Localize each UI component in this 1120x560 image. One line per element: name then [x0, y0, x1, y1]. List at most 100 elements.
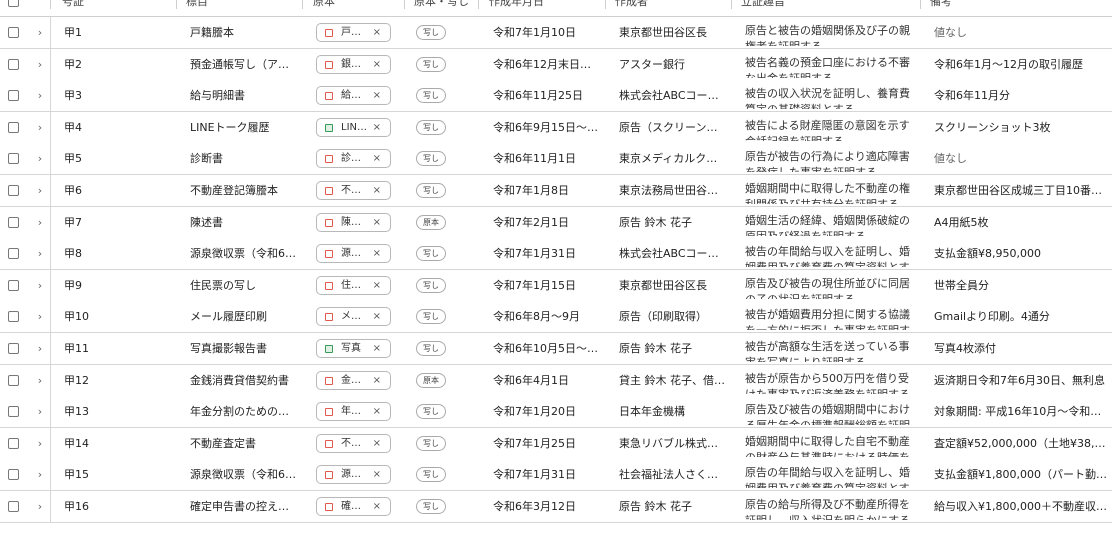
table-row[interactable]: › 甲2 預金通帳写し（アス… 銀行通帳 × 写し 令和6年12月末日時点 アスター銀行 被告名…	[0, 48, 1112, 81]
attachment-chip[interactable]: 不動産査定 ×	[316, 433, 391, 453]
attachment-chip[interactable]: 金銭消費 ×	[316, 370, 391, 390]
attachment-chip[interactable]: 確定申告 ×	[316, 497, 391, 516]
row-checkbox[interactable]	[8, 406, 19, 418]
table-row[interactable]: › 甲1 戸籍謄本 戸籍謄本 × 写し 令和7年1月10日 東京都世田谷区長 原告と被告の婚姻関…	[0, 17, 1112, 49]
header-remarks[interactable]: 備考	[930, 0, 952, 16]
chevron-right-icon[interactable]: ›	[35, 396, 45, 427]
attachment-chip[interactable]: 診断書 ×	[316, 149, 391, 169]
remove-attachment-icon[interactable]: ×	[373, 372, 381, 389]
chevron-right-icon[interactable]: ›	[35, 207, 45, 238]
attachment-chip[interactable]: 住民票 ×	[316, 275, 391, 295]
table-row[interactable]: › 甲15 源泉徴収票（令和6年… 源泉徴収 × 写し 令和7年1月31日 社会福祉法人さくら…	[0, 459, 1112, 492]
attachment-chip[interactable]: LINE画像 ×	[316, 117, 391, 137]
copy-type-badge[interactable]: 写し	[416, 88, 446, 104]
chevron-right-icon[interactable]: ›	[35, 365, 45, 396]
chevron-right-icon[interactable]: ›	[35, 491, 45, 522]
row-checkbox[interactable]	[8, 437, 19, 449]
attachment-chip[interactable]: 源泉徴収 ×	[316, 244, 391, 264]
table-row[interactable]: › 甲14 不動産査定書 不動産査定 × 写し 令和7年1月25日 東急リバブル株式会… 婚姻期…	[0, 427, 1112, 460]
header-title[interactable]: 標目	[186, 0, 208, 16]
remove-attachment-icon[interactable]: ×	[373, 87, 381, 104]
chevron-right-icon[interactable]: ›	[35, 17, 45, 48]
chevron-right-icon[interactable]: ›	[35, 175, 45, 206]
remove-attachment-icon[interactable]: ×	[373, 340, 381, 357]
copy-type-badge[interactable]: 写し	[416, 183, 446, 198]
chevron-right-icon[interactable]: ›	[35, 333, 45, 364]
row-checkbox[interactable]	[8, 90, 19, 102]
attachment-chip[interactable]: 源泉徴収 ×	[316, 465, 391, 485]
attachment-chip[interactable]: 陳述書 ×	[316, 212, 391, 232]
row-checkbox[interactable]	[8, 248, 19, 260]
header-date[interactable]: 作成年月日	[489, 0, 544, 16]
remove-attachment-icon[interactable]: ×	[373, 150, 381, 167]
chevron-right-icon[interactable]: ›	[35, 428, 45, 459]
attachment-chip[interactable]: メール ×	[316, 307, 391, 327]
chevron-right-icon[interactable]: ›	[35, 459, 45, 490]
copy-type-badge[interactable]: 写し	[416, 309, 446, 325]
table-row[interactable]: › 甲12 金銭消費貸借契約書 金銭消費 × 原本 令和6年4月1日 貸主 鈴木 花子、借主……	[0, 364, 1112, 397]
table-row[interactable]: › 甲10 メール履歴印刷 メール × 写し 令和6年8月～9月 原告（印刷取得） 被告が婚姻費…	[0, 301, 1112, 334]
remove-attachment-icon[interactable]: ×	[373, 435, 381, 452]
chevron-right-icon[interactable]: ›	[35, 270, 45, 301]
row-checkbox[interactable]	[8, 185, 19, 196]
row-checkbox[interactable]	[8, 343, 19, 354]
remove-attachment-icon[interactable]: ×	[373, 498, 381, 515]
copy-type-badge[interactable]: 写し	[416, 435, 446, 451]
copy-type-badge[interactable]: 写し	[416, 246, 446, 262]
row-checkbox[interactable]	[8, 469, 19, 481]
attachment-chip[interactable]: 給与明細 ×	[316, 86, 391, 106]
chevron-right-icon[interactable]: ›	[35, 80, 45, 111]
chevron-right-icon[interactable]: ›	[35, 238, 45, 269]
header-author[interactable]: 作成者	[615, 0, 648, 16]
row-checkbox[interactable]	[8, 374, 19, 386]
copy-type-badge[interactable]: 原本	[416, 372, 446, 388]
row-checkbox[interactable]	[8, 311, 19, 323]
table-row[interactable]: › 甲3 給与明細書 給与明細 × 写し 令和6年11月25日 株式会社ABCコーポ… 被告の収…	[0, 80, 1112, 113]
table-row[interactable]: › 甲6 不動産登記簿謄本 不動産 × 写し 令和7年1月8日 東京法務局世田谷出… 婚姻期間中…	[0, 175, 1112, 207]
row-checkbox[interactable]	[8, 216, 19, 228]
remove-attachment-icon[interactable]: ×	[373, 214, 381, 231]
chevron-right-icon[interactable]: ›	[35, 112, 45, 143]
remove-attachment-icon[interactable]: ×	[373, 119, 381, 136]
chevron-right-icon[interactable]: ›	[35, 49, 45, 80]
remove-attachment-icon[interactable]: ×	[373, 56, 381, 73]
chevron-right-icon[interactable]: ›	[35, 143, 45, 174]
copy-type-badge[interactable]: 写し	[416, 499, 446, 514]
remove-attachment-icon[interactable]: ×	[373, 245, 381, 262]
copy-type-badge[interactable]: 写し	[416, 404, 446, 420]
copy-type-badge[interactable]: 写し	[416, 119, 446, 135]
attachment-chip[interactable]: 戸籍謄本 ×	[316, 23, 391, 42]
row-checkbox[interactable]	[8, 153, 19, 165]
copy-type-badge[interactable]: 写し	[416, 277, 446, 293]
select-all-checkbox[interactable]	[8, 0, 19, 7]
remove-attachment-icon[interactable]: ×	[373, 182, 381, 199]
attachment-chip[interactable]: 不動産 ×	[316, 181, 391, 200]
attachment-chip[interactable]: 銀行通帳 ×	[316, 54, 391, 74]
copy-type-badge[interactable]: 写し	[416, 25, 446, 40]
row-checkbox[interactable]	[8, 279, 19, 291]
table-row[interactable]: › 甲4 LINEトーク履歴 LINE画像 × 写し 令和6年9月15日～令… 原告（スクリー…	[0, 111, 1112, 144]
header-copy-type[interactable]: 原本・写し	[414, 0, 469, 16]
copy-type-badge[interactable]: 写し	[416, 151, 446, 167]
table-row[interactable]: › 甲5 診断書 診断書 × 写し 令和6年11月1日 東京メディカルクリ… 原告が被告の行為に…	[0, 143, 1112, 176]
header-number[interactable]: 号証	[62, 0, 84, 16]
remove-attachment-icon[interactable]: ×	[373, 403, 381, 420]
table-row[interactable]: › 甲9 住民票の写し 住民票 × 写し 令和7年1月15日 東京都世田谷区長 原告及び被告の現…	[0, 269, 1112, 302]
table-row[interactable]: › 甲16 確定申告書の控え（… 確定申告 × 写し 令和6年3月12日 原告 鈴木 花子 原告…	[0, 491, 1112, 523]
remove-attachment-icon[interactable]: ×	[373, 277, 381, 294]
attachment-chip[interactable]: 年金分割 ×	[316, 402, 391, 422]
table-row[interactable]: › 甲7 陳述書 陳述書 × 原本 令和7年2月1日 原告 鈴木 花子 婚姻生活の経緯、婚姻関係…	[0, 206, 1112, 239]
row-checkbox[interactable]	[8, 501, 19, 512]
copy-type-badge[interactable]: 写し	[416, 341, 446, 356]
chevron-right-icon[interactable]: ›	[35, 301, 45, 332]
table-row[interactable]: › 甲8 源泉徴収票（令和6年… 源泉徴収 × 写し 令和7年1月31日 株式会社ABCコーポ…	[0, 238, 1112, 271]
row-checkbox[interactable]	[8, 121, 19, 133]
remove-attachment-icon[interactable]: ×	[373, 24, 381, 41]
remove-attachment-icon[interactable]: ×	[373, 308, 381, 325]
copy-type-badge[interactable]: 写し	[416, 56, 446, 72]
copy-type-badge[interactable]: 原本	[416, 214, 446, 230]
row-checkbox[interactable]	[8, 58, 19, 70]
table-row[interactable]: › 甲13 年金分割のための情… 年金分割 × 写し 令和7年1月20日 日本年金機構 原告及び…	[0, 396, 1112, 429]
row-checkbox[interactable]	[8, 27, 19, 38]
attachment-chip[interactable]: 写真 ×	[316, 339, 391, 358]
